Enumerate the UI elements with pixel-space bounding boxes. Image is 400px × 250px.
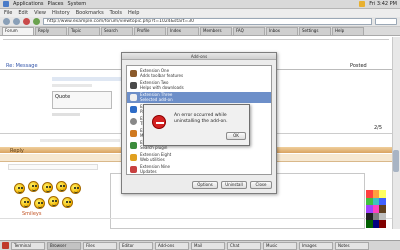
divider [0, 218, 392, 219]
tab-topic[interactable]: Topic [68, 27, 100, 35]
smiley-icon[interactable] [42, 182, 53, 193]
task-chat[interactable]: Chat [227, 241, 261, 250]
panel-menu-applications[interactable]: Applications [13, 1, 44, 7]
task-editor[interactable]: Editor [119, 241, 153, 250]
task-files[interactable]: Files [83, 241, 117, 250]
home-icon[interactable] [33, 18, 40, 25]
addon-desc: Updates [140, 168, 157, 174]
tab-forum[interactable]: Forum [2, 27, 34, 35]
menubar: File Edit View History Bookmarks Tools H… [0, 9, 400, 17]
scrollbar-thumb[interactable] [393, 150, 399, 172]
back-icon[interactable] [3, 18, 10, 25]
tab-search[interactable]: Search [101, 27, 133, 35]
smiley-icon[interactable] [56, 181, 67, 192]
smiley-icon[interactable] [48, 196, 59, 207]
error-icon [152, 115, 166, 129]
subject-field[interactable] [8, 164, 98, 170]
panel-clock[interactable]: Fri 3:42 PM [369, 1, 397, 7]
page-scrollbar[interactable] [392, 37, 400, 229]
show-desktop-icon[interactable] [2, 242, 9, 249]
menu-file[interactable]: File [4, 10, 12, 16]
tab-settings[interactable]: Settings [299, 27, 331, 35]
url-bar[interactable]: http://www.example.com/forum/viewtopic.p… [43, 18, 372, 25]
addon-icon [130, 130, 137, 137]
smileys-label[interactable]: Smileys [22, 211, 41, 217]
list-item[interactable]: Extension Two Helps with downloads [127, 80, 271, 91]
apps-icon[interactable] [3, 1, 9, 7]
post-text-line [52, 84, 92, 87]
addon-icon [130, 82, 137, 89]
smiley-icon[interactable] [14, 183, 25, 194]
addon-desc: Selected add-on [140, 96, 173, 102]
addon-desc: Web utilities [140, 156, 165, 162]
addon-desc: Search plugin [140, 144, 168, 150]
post-text-line [52, 113, 80, 116]
quote-box: Quote [52, 91, 112, 109]
stop-icon[interactable] [23, 18, 30, 25]
task-addons[interactable]: Add-ons [155, 241, 189, 250]
panel-menu-system[interactable]: System [67, 1, 86, 7]
list-item[interactable]: Extension Eight Web utilities [127, 152, 271, 163]
post-text-line [52, 77, 122, 81]
post-text-line [40, 139, 120, 142]
navigation-toolbar: http://www.example.com/forum/viewtopic.p… [0, 17, 400, 27]
addon-desc: Helps with downloads [140, 84, 184, 90]
task-notes[interactable]: Notes [335, 241, 369, 250]
task-music[interactable]: Music [263, 241, 297, 250]
addon-icon [130, 118, 137, 125]
alert-message: An error occurred while uninstalling the… [174, 113, 228, 125]
notification-icon[interactable] [359, 1, 366, 7]
task-images[interactable]: Images [299, 241, 333, 250]
error-alert: An error occurred while uninstalling the… [143, 104, 250, 146]
taskbar: Terminal Browser Files Editor Add-ons Ma… [0, 240, 400, 250]
divider [3, 39, 389, 40]
menu-help[interactable]: Help [128, 10, 139, 16]
tab-index[interactable]: Index [167, 27, 199, 35]
top-panel: Applications Places System Fri 3:42 PM [0, 0, 400, 9]
smiley-icon[interactable] [34, 198, 45, 209]
menu-tools[interactable]: Tools [110, 10, 122, 16]
tab-inbox[interactable]: Inbox [266, 27, 298, 35]
menu-edit[interactable]: Edit [18, 10, 28, 16]
search-input[interactable] [375, 18, 397, 25]
options-button[interactable]: Options [192, 181, 218, 189]
list-item-selected[interactable]: Extension Three Selected add-on [127, 92, 271, 103]
close-button[interactable]: Close [250, 181, 272, 189]
addon-icon [130, 94, 137, 101]
menu-view[interactable]: View [34, 10, 46, 16]
task-mail[interactable]: Mail [191, 241, 225, 250]
menu-bookmarks[interactable]: Bookmarks [76, 10, 104, 16]
quote-label: Quote [55, 94, 71, 100]
tab-help[interactable]: Help [332, 27, 364, 35]
addon-icon [130, 142, 137, 149]
task-browser[interactable]: Browser [47, 241, 81, 250]
tab-faq[interactable]: FAQ [233, 27, 265, 35]
list-item[interactable]: Extension Nine Updates [127, 164, 271, 174]
forward-icon[interactable] [13, 18, 20, 25]
alert-message-line: uninstalling the add-on. [174, 119, 228, 124]
tab-strip: Forum Reply Topic Search Profile Index M… [0, 27, 400, 36]
uninstall-button[interactable]: Uninstall [221, 181, 247, 189]
addon-icon [130, 70, 137, 77]
smiley-icon[interactable] [70, 183, 81, 194]
tab-members[interactable]: Members [200, 27, 232, 35]
tab-reply[interactable]: Reply [35, 27, 67, 35]
smiley-icon[interactable] [20, 197, 31, 208]
addon-icon [130, 166, 137, 173]
color-palette[interactable] [366, 190, 386, 228]
dialog-title: Add-ons [122, 53, 276, 60]
smiley-icon[interactable] [28, 181, 39, 192]
tab-profile[interactable]: Profile [134, 27, 166, 35]
addon-desc: Adds toolbar features [140, 72, 184, 78]
list-item[interactable]: Extension One Adds toolbar features [127, 68, 271, 79]
addon-icon [130, 106, 137, 113]
post-score: 2/5 [374, 125, 383, 131]
panel-menu-places[interactable]: Places [48, 1, 64, 7]
ok-button[interactable]: OK [226, 132, 246, 140]
menu-history[interactable]: History [52, 10, 70, 16]
smiley-icon[interactable] [62, 197, 73, 208]
addon-icon [130, 154, 137, 161]
task-terminal[interactable]: Terminal [11, 241, 45, 250]
